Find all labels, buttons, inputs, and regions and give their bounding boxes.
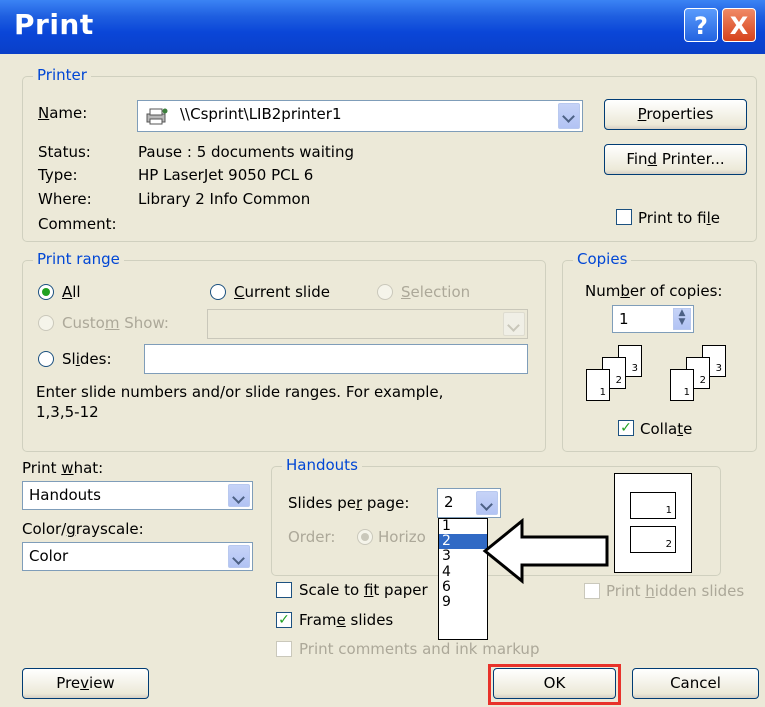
status-value: Pause : 5 documents waiting [138, 143, 354, 161]
print-hidden-label: Print hidden slides [606, 582, 745, 600]
radio-slides[interactable] [38, 351, 54, 367]
custom-show-select[interactable] [207, 309, 528, 339]
slides-per-page-value: 2 [444, 493, 454, 511]
copies-value: 1 [619, 310, 629, 328]
frame-slides-label: Frame slides [299, 611, 394, 629]
print-what-value: Handouts [29, 486, 101, 504]
chevron-down-icon[interactable] [558, 103, 580, 129]
chevron-down-icon[interactable] [503, 312, 525, 336]
copies-label: Copies [573, 250, 632, 268]
color-label: Color/grayscale: [22, 520, 144, 538]
dropdown-option[interactable]: 6 [439, 579, 487, 595]
close-button[interactable]: X [722, 8, 756, 42]
close-icon: X [729, 12, 749, 40]
radio-slides-label: Slides: [62, 350, 112, 368]
where-value: Library 2 Info Common [138, 190, 311, 208]
dialog-title: Print [14, 8, 94, 41]
where-label: Where: [38, 190, 92, 208]
radio-current-slide-label: Current slide [234, 283, 331, 301]
title-bar[interactable]: Print ? X [0, 0, 765, 54]
dropdown-option[interactable]: 9 [439, 594, 487, 610]
slides-per-page-select[interactable]: 2 [437, 488, 501, 518]
slides-per-page-dropdown-list[interactable]: 1 2 3 4 6 9 [438, 518, 488, 640]
slides-hint-example: 1,3,5-12 [36, 403, 99, 421]
radio-all-label: All [62, 283, 81, 301]
printer-name-value: \\Csprint\LIB2printer1 [180, 105, 342, 123]
slides-per-page-label: Slides per page: [288, 494, 410, 512]
radio-selection[interactable] [377, 284, 393, 300]
status-label: Status: [38, 143, 91, 161]
order-label: Order: [288, 528, 336, 546]
print-comments-checkbox[interactable] [276, 641, 292, 657]
find-printer-button[interactable]: Find Printer... [604, 144, 747, 175]
print-range-label: Print range [33, 250, 124, 268]
preview-button[interactable]: Preview [22, 668, 149, 699]
collate-checkbox[interactable]: ✓ [618, 420, 634, 436]
name-label: Name: [38, 104, 88, 122]
chevron-down-icon[interactable] [228, 484, 250, 507]
help-button[interactable]: ? [684, 8, 718, 42]
scale-to-fit-label: Scale to fit paper [299, 581, 428, 599]
printer-name-select[interactable]: \\Csprint\LIB2printer1 [137, 100, 583, 132]
print-to-file-checkbox[interactable] [616, 209, 632, 225]
slides-hint: Enter slide numbers and/or slide ranges.… [36, 383, 444, 401]
frame-slides-checkbox[interactable]: ✓ [276, 612, 292, 628]
collate-label: Collate [640, 420, 693, 438]
cancel-button[interactable]: Cancel [632, 668, 759, 699]
radio-all[interactable] [38, 284, 54, 300]
color-value: Color [29, 547, 69, 565]
ok-highlight-box [488, 664, 621, 705]
arrow-left-icon [482, 518, 609, 584]
type-label: Type: [38, 166, 78, 184]
comment-label: Comment: [38, 215, 117, 233]
dropdown-option[interactable]: 1 [439, 518, 487, 534]
dropdown-option-selected[interactable]: 2 [439, 534, 487, 550]
copies-spinner[interactable]: 1 ▲ ▼ [612, 305, 694, 333]
scale-to-fit-checkbox[interactable] [276, 582, 292, 598]
print-dialog: Print ? X Printer Name: \\Csprint\LIB2pr… [0, 0, 765, 707]
print-to-file-label: Print to file [638, 209, 720, 227]
handout-preview: 1 2 [614, 473, 692, 573]
print-what-label: Print what: [22, 459, 104, 477]
spin-icon[interactable]: ▲ ▼ [673, 308, 691, 330]
collate-pages-icon: 3 2 1 [668, 345, 734, 407]
dropdown-option[interactable]: 3 [439, 549, 487, 564]
radio-horizontal[interactable] [357, 529, 373, 545]
custom-show-label: Custom Show: [62, 314, 169, 332]
color-select[interactable]: Color [22, 542, 253, 571]
printer-group-label: Printer [33, 66, 91, 84]
print-what-select[interactable]: Handouts [22, 481, 253, 510]
chevron-down-icon[interactable] [228, 545, 250, 568]
radio-selection-label: Selection [401, 283, 471, 301]
chevron-down-icon[interactable] [476, 491, 498, 515]
print-hidden-checkbox[interactable] [584, 583, 600, 599]
slides-input[interactable] [144, 344, 528, 374]
type-value: HP LaserJet 9050 PCL 6 [138, 166, 314, 184]
print-comments-label: Print comments and ink markup [299, 640, 540, 658]
radio-horizontal-label: Horizo [378, 528, 426, 546]
handouts-label: Handouts [282, 456, 362, 474]
number-of-copies-label: Number of copies: [585, 282, 723, 300]
printer-icon [146, 107, 168, 125]
help-icon: ? [694, 12, 708, 40]
collate-pages-icon: 3 2 1 [584, 345, 650, 407]
radio-custom-show[interactable] [38, 315, 54, 331]
radio-current-slide[interactable] [210, 284, 226, 300]
properties-button[interactable]: Properties [604, 99, 747, 130]
dropdown-option[interactable]: 4 [439, 564, 487, 580]
